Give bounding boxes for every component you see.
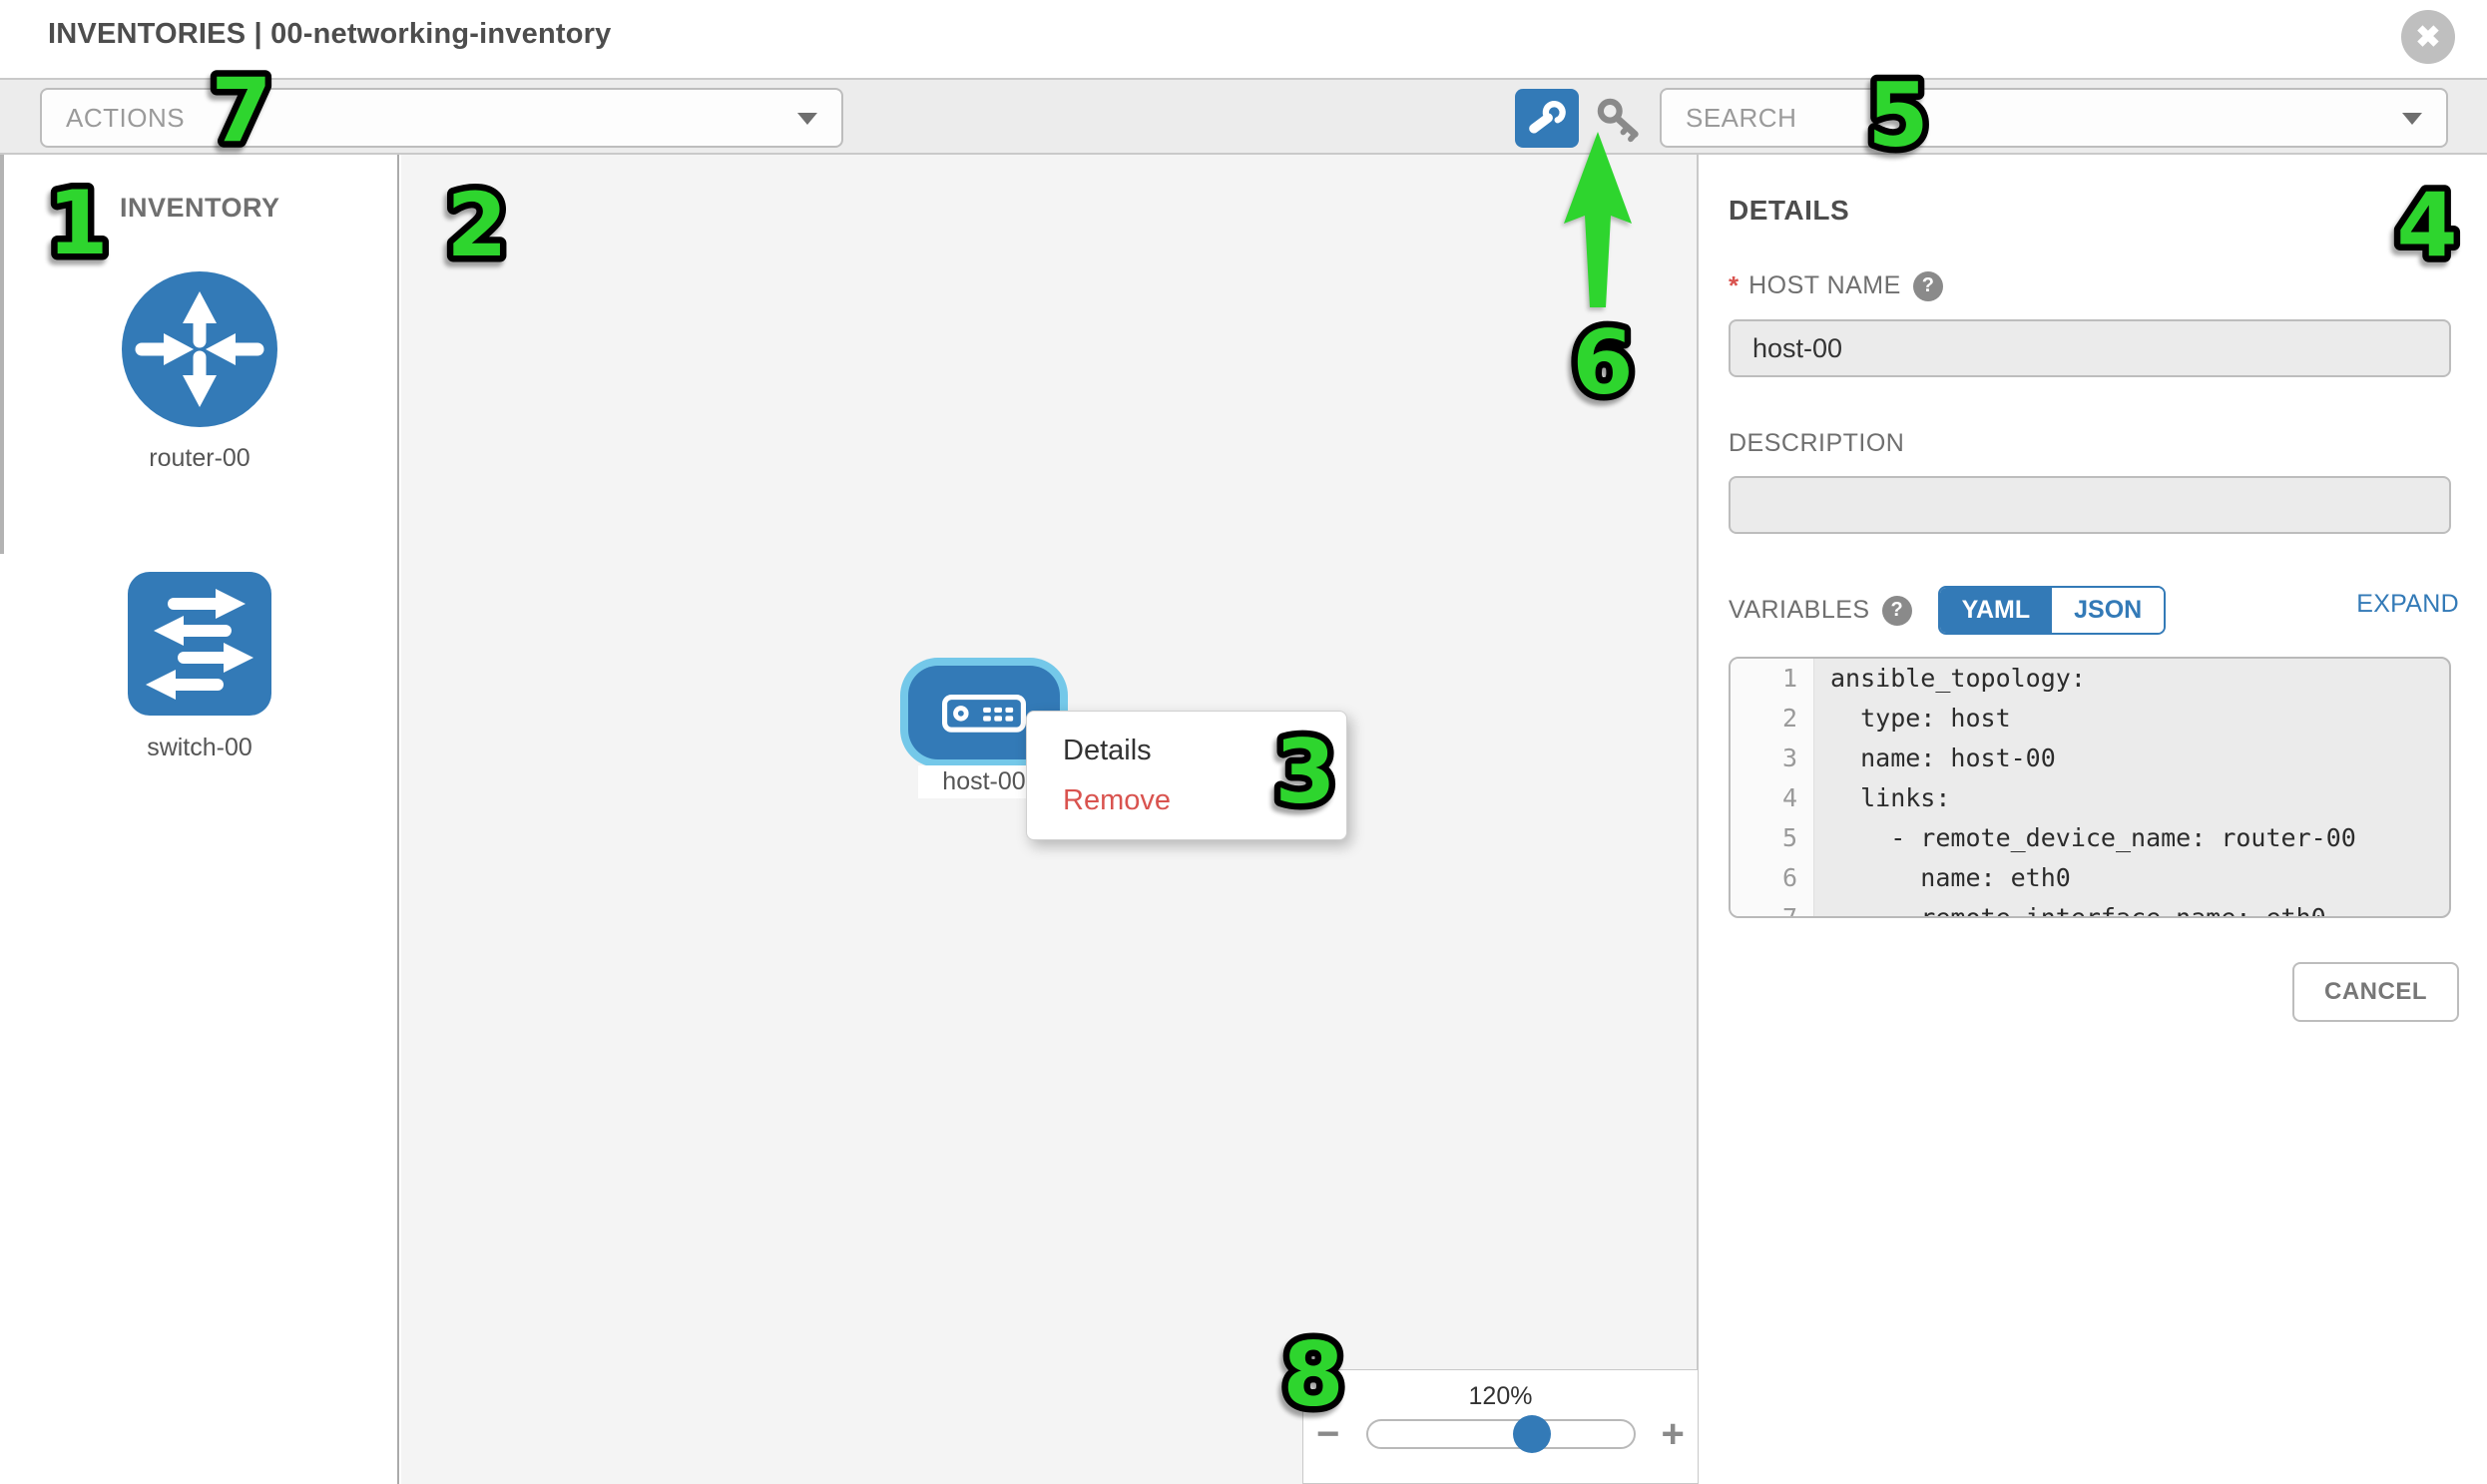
- cancel-button[interactable]: CANCEL: [2292, 962, 2459, 1022]
- host-name-label: HOST NAME: [1748, 271, 1901, 300]
- palette-item-label: router-00: [0, 444, 399, 473]
- expand-link[interactable]: EXPAND: [2356, 590, 2459, 619]
- code-text: name: host-00: [1814, 739, 2056, 778]
- code-line: 2 type: host: [1731, 699, 2449, 739]
- context-menu: Details Remove: [1026, 711, 1347, 840]
- zoom-slider[interactable]: [1366, 1419, 1636, 1449]
- context-menu-item-remove[interactable]: Remove: [1063, 775, 1346, 825]
- zoom-level: 120%: [1303, 1382, 1698, 1411]
- line-number: 2: [1731, 699, 1814, 739]
- description-label: DESCRIPTION: [1729, 429, 1904, 458]
- description-input[interactable]: [1729, 476, 2451, 534]
- toggle-yaml[interactable]: YAML: [1940, 588, 2053, 633]
- close-icon[interactable]: ✖: [2401, 10, 2455, 64]
- code-line: 5 - remote_device_name: router-00: [1731, 818, 2449, 858]
- line-number: 3: [1731, 739, 1814, 778]
- required-marker: *: [1729, 270, 1739, 301]
- code-line: 4 links:: [1731, 778, 2449, 818]
- zoom-slider-thumb[interactable]: [1513, 1415, 1551, 1453]
- toolbar: ACTIONS SEARCH: [0, 78, 2487, 155]
- help-icon[interactable]: ?: [1913, 271, 1943, 301]
- details-title: DETAILS: [1729, 195, 2459, 227]
- palette-item-router[interactable]: router-00: [0, 269, 399, 473]
- variables-label: VARIABLES: [1729, 596, 1870, 625]
- code-line: 1 ansible_topology:: [1731, 659, 2449, 699]
- code-text: name: eth0: [1814, 858, 2071, 898]
- breadcrumb: INVENTORIES | 00-networking-inventory: [48, 18, 611, 51]
- host-name-input[interactable]: [1729, 319, 2451, 377]
- variables-editor[interactable]: 1 ansible_topology: 2 type: host 3 name:…: [1729, 657, 2451, 918]
- switch-icon: [125, 569, 274, 719]
- wrench-icon: [1526, 98, 1568, 140]
- chevron-down-icon: [2402, 113, 2422, 125]
- zoom-control-panel: 120% − +: [1302, 1369, 1699, 1484]
- sidebar-title: INVENTORY: [120, 193, 280, 224]
- topology-canvas[interactable]: host-00 Details Remove 120% − +: [401, 155, 1699, 1484]
- search-dropdown-placeholder: SEARCH: [1686, 103, 1796, 134]
- code-line: 3 name: host-00: [1731, 739, 2449, 778]
- tools-button[interactable]: [1515, 89, 1579, 148]
- search-dropdown[interactable]: SEARCH: [1660, 88, 2448, 148]
- context-menu-item-details[interactable]: Details: [1063, 726, 1346, 775]
- toggle-json[interactable]: JSON: [2052, 588, 2164, 633]
- line-number: 1: [1731, 659, 1814, 699]
- line-number: 7: [1731, 898, 1814, 918]
- line-number: 4: [1731, 778, 1814, 818]
- zoom-in-icon[interactable]: +: [1662, 1419, 1685, 1449]
- code-text: ansible_topology:: [1814, 659, 2086, 699]
- line-number: 6: [1731, 858, 1814, 898]
- line-number: 5: [1731, 818, 1814, 858]
- inventory-sidebar: INVENTORY router-00 switch-00: [0, 155, 399, 1484]
- actions-dropdown-placeholder: ACTIONS: [66, 103, 185, 134]
- chevron-down-icon: [797, 113, 817, 125]
- palette-item-switch[interactable]: switch-00: [0, 569, 399, 762]
- actions-dropdown[interactable]: ACTIONS: [40, 88, 843, 148]
- help-icon[interactable]: ?: [1882, 596, 1912, 626]
- zoom-out-icon[interactable]: −: [1316, 1419, 1339, 1449]
- code-text: - remote_device_name: router-00: [1814, 818, 2356, 858]
- code-text: type: host: [1814, 699, 2011, 739]
- credentials-button[interactable]: [1589, 92, 1649, 148]
- router-icon: [120, 269, 279, 429]
- code-line: 6 name: eth0: [1731, 858, 2449, 898]
- code-text: remote_interface_name: eth0: [1814, 898, 2326, 918]
- host-icon: [932, 689, 1036, 737]
- code-text: links:: [1814, 778, 1950, 818]
- variables-format-toggle: YAML JSON: [1938, 586, 2167, 635]
- details-panel: DETAILS * HOST NAME ? DESCRIPTION VARIAB…: [1701, 155, 2487, 1484]
- code-line: 7 remote_interface_name: eth0: [1731, 898, 2449, 918]
- palette-item-label: switch-00: [0, 734, 399, 762]
- page-header: INVENTORIES | 00-networking-inventory ✖: [0, 0, 2487, 78]
- key-icon: [1593, 95, 1645, 145]
